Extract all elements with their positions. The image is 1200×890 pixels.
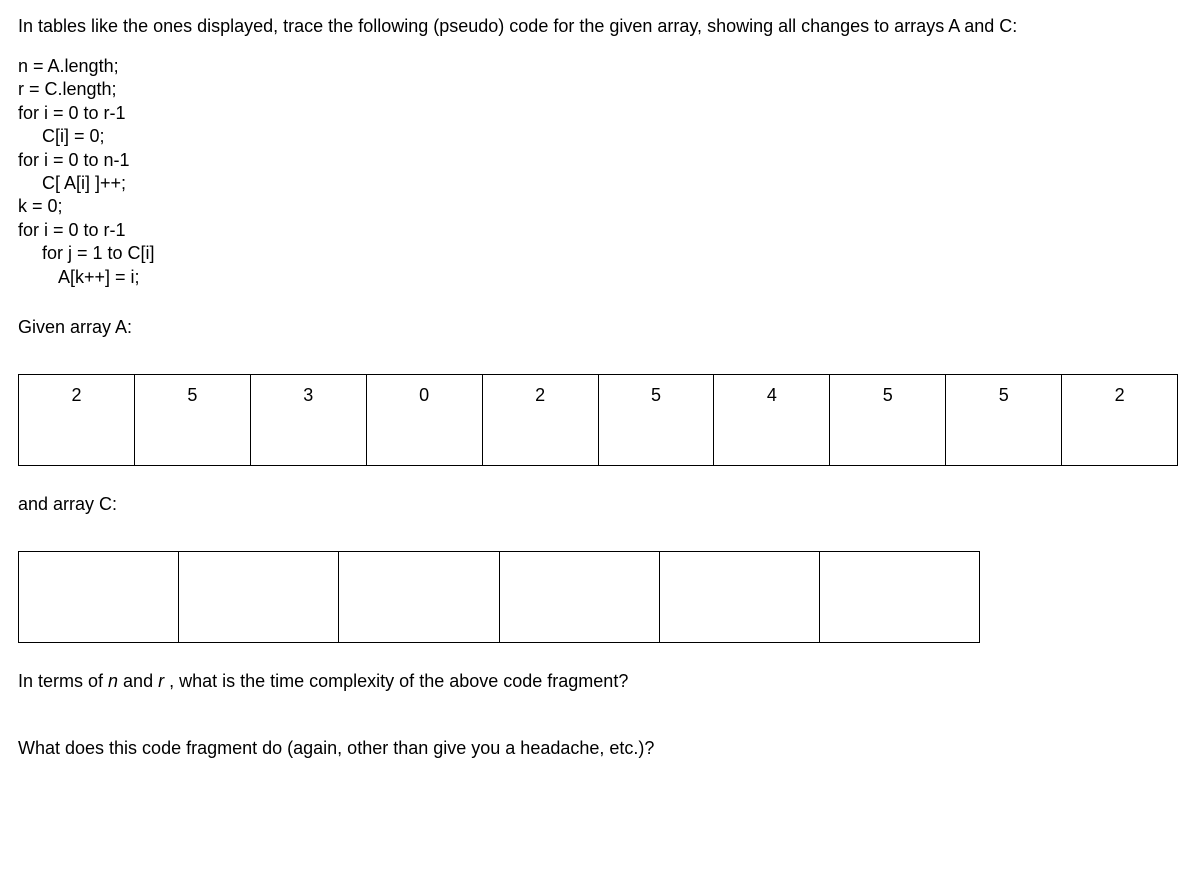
array-c-cell [18, 551, 179, 643]
array-a-cell: 3 [250, 374, 367, 466]
array-a-cell: 2 [1061, 374, 1178, 466]
code-line: k = 0; [18, 195, 1182, 218]
array-a-cell: 2 [18, 374, 135, 466]
pseudocode-block: n = A.length; r = C.length; for i = 0 to… [18, 55, 1182, 289]
q1-n: n [108, 671, 118, 691]
intro-text: In tables like the ones displayed, trace… [18, 16, 1182, 37]
code-line: for i = 0 to r-1 [18, 219, 1182, 242]
array-c-cell [178, 551, 339, 643]
q1-text: In terms of [18, 671, 108, 691]
code-line: for j = 1 to C[i] [18, 242, 1182, 265]
array-c-cell [659, 551, 820, 643]
label-array-a: Given array A: [18, 317, 1182, 338]
code-line: for i = 0 to r-1 [18, 102, 1182, 125]
array-c-table [18, 551, 980, 643]
label-array-c: and array C: [18, 494, 1182, 515]
question-purpose: What does this code fragment do (again, … [18, 738, 1182, 759]
code-line: n = A.length; [18, 55, 1182, 78]
array-a-cell: 5 [134, 374, 251, 466]
array-a-cell: 2 [482, 374, 599, 466]
array-a-cell: 5 [945, 374, 1062, 466]
array-a-cell: 4 [713, 374, 830, 466]
q1-text: and [118, 671, 158, 691]
code-line: C[i] = 0; [18, 125, 1182, 148]
q1-text: , what is the time complexity of the abo… [164, 671, 628, 691]
array-c-cell [338, 551, 499, 643]
array-a-cell: 5 [829, 374, 946, 466]
array-c-cell [499, 551, 660, 643]
code-line: C[ A[i] ]++; [18, 172, 1182, 195]
array-a-cell: 0 [366, 374, 483, 466]
array-c-cell [819, 551, 980, 643]
code-line: for i = 0 to n-1 [18, 149, 1182, 172]
code-line: r = C.length; [18, 78, 1182, 101]
code-line: A[k++] = i; [18, 266, 1182, 289]
array-a-cell: 5 [598, 374, 715, 466]
array-a-table: 2 5 3 0 2 5 4 5 5 2 [18, 374, 1178, 466]
question-complexity: In terms of n and r , what is the time c… [18, 671, 1182, 692]
